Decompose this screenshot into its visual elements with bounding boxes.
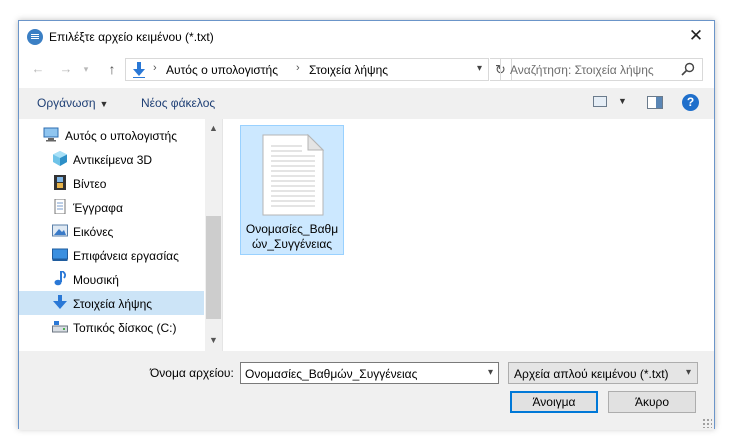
chevron-right-icon: › xyxy=(153,62,157,74)
nav-item-pictures[interactable]: Εικόνες xyxy=(19,219,204,243)
chevron-down-icon: ▾ xyxy=(685,367,691,378)
filename-label: Όνομα αρχείου: xyxy=(150,366,234,380)
nav-item-label: Εικόνες xyxy=(73,225,114,239)
file-name-line-1: Ονομασίες_Βαθμ xyxy=(245,222,339,236)
up-button[interactable]: ↑ xyxy=(103,60,121,78)
organize-label: Οργάνωση xyxy=(37,96,96,110)
close-button[interactable]: ✕ xyxy=(678,21,714,51)
caret-down-icon[interactable]: ▼ xyxy=(618,96,627,106)
cube-icon xyxy=(53,151,67,166)
open-file-dialog: Επιλέξτε αρχείο κειμένου (*.txt) ✕ ← → ▾… xyxy=(18,20,715,430)
file-item[interactable]: Ονομασίες_Βαθμ ών_Συγγένειας xyxy=(240,125,344,255)
nav-item-label: Αντικείμενα 3D xyxy=(73,153,153,167)
forward-button[interactable]: → xyxy=(57,60,75,78)
desktop-icon xyxy=(52,248,68,261)
nav-item-label: Στοιχεία λήψης xyxy=(73,297,153,311)
film-icon xyxy=(54,175,66,190)
file-type-select[interactable]: Αρχεία απλού κειμένου (*.txt) ▾ xyxy=(508,362,698,384)
nav-item-label: Τοπικός δίσκος (C:) xyxy=(73,321,177,335)
address-row: ← → ▾ ↑ › Αυτός ο υπολογιστής › Στοιχεία… xyxy=(19,56,714,84)
breadcrumb-computer[interactable]: Αυτός ο υπολογιστής xyxy=(166,63,278,77)
nav-item-music[interactable]: Μουσική xyxy=(19,267,204,291)
music-icon xyxy=(54,271,67,286)
app-icon xyxy=(27,29,43,45)
nav-item-label: Επιφάνεια εργασίας xyxy=(73,249,179,263)
back-button[interactable]: ← xyxy=(29,60,47,78)
resize-grip[interactable] xyxy=(702,418,712,428)
scrollbar-thumb[interactable] xyxy=(206,216,221,319)
nav-item-documents[interactable]: Έγγραφα xyxy=(19,195,204,219)
recent-locations-button[interactable]: ▾ xyxy=(77,60,95,78)
nav-item-label: Μουσική xyxy=(73,273,119,287)
nav-item-local-disk[interactable]: Τοπικός δίσκος (C:) xyxy=(19,315,204,339)
file-list: Ονομασίες_Βαθμ ών_Συγγένειας xyxy=(223,119,714,351)
pictures-icon xyxy=(52,224,68,237)
filename-value: Ονομασίες_Βαθμών_Συγγένειας xyxy=(245,367,418,381)
view-options-icon[interactable] xyxy=(593,96,607,107)
download-icon xyxy=(133,62,145,78)
nav-item-desktop[interactable]: Επιφάνεια εργασίας xyxy=(19,243,204,267)
file-type-value: Αρχεία απλού κειμένου (*.txt) xyxy=(514,367,669,381)
nav-item-this-pc[interactable]: Αυτός ο υπολογιστής xyxy=(19,123,204,147)
nav-item-downloads[interactable]: Στοιχεία λήψης xyxy=(19,291,204,315)
nav-item-label: Βίντεο xyxy=(73,177,107,191)
breadcrumb-downloads[interactable]: Στοιχεία λήψης xyxy=(309,63,388,77)
search-placeholder: Αναζήτηση: Στοιχεία λήψης xyxy=(510,63,654,77)
nav-item-label: Έγγραφα xyxy=(73,201,123,215)
filename-field[interactable]: Ονομασίες_Βαθμών_Συγγένειας ▾ xyxy=(240,362,499,384)
chevron-down-icon[interactable]: ▾ xyxy=(488,367,493,378)
window-title: Επιλέξτε αρχείο κειμένου (*.txt) xyxy=(49,30,214,44)
cancel-button[interactable]: Άκυρο xyxy=(608,391,696,413)
file-name: Ονομασίες_Βαθμ ών_Συγγένειας xyxy=(241,222,343,252)
chevron-right-icon: › xyxy=(296,62,300,74)
file-name-line-2: ών_Συγγένειας xyxy=(251,237,333,251)
dialog-footer: Όνομα αρχείου: Ονομασίες_Βαθμών_Συγγένει… xyxy=(19,351,714,430)
chevron-down-icon[interactable]: ▾ xyxy=(477,63,482,74)
preview-pane-icon[interactable] xyxy=(647,96,663,109)
document-icon xyxy=(54,199,66,214)
nav-pane-scrollbar[interactable]: ▲ ▼ xyxy=(205,119,222,351)
drive-icon xyxy=(52,321,68,333)
command-bar: Οργάνωση ▼ Νέος φάκελος ▼ ? xyxy=(19,88,714,119)
nav-item-3d-objects[interactable]: Αντικείμενα 3D xyxy=(19,147,204,171)
scroll-down-icon[interactable]: ▼ xyxy=(209,335,218,345)
scroll-up-icon[interactable]: ▲ xyxy=(209,123,218,133)
computer-icon xyxy=(43,127,59,142)
title-bar: Επιλέξτε αρχείο κειμένου (*.txt) ✕ xyxy=(19,21,714,52)
nav-item-label: Αυτός ο υπολογιστής xyxy=(65,129,177,143)
organize-button[interactable]: Οργάνωση ▼ xyxy=(37,96,108,110)
help-icon[interactable]: ? xyxy=(682,94,699,111)
search-icon xyxy=(681,62,695,76)
download-icon xyxy=(53,295,67,309)
address-bar[interactable]: › Αυτός ο υπολογιστής › Στοιχεία λήψης ▾ xyxy=(125,58,489,81)
open-button[interactable]: Άνοιγμα xyxy=(510,391,598,413)
nav-item-videos[interactable]: Βίντεο xyxy=(19,171,204,195)
search-input[interactable]: Αναζήτηση: Στοιχεία λήψης xyxy=(500,58,703,81)
text-file-icon xyxy=(262,134,324,216)
navigation-pane: Αυτός ο υπολογιστής Αντικείμενα 3D Βίντε… xyxy=(19,119,222,351)
caret-down-icon: ▼ xyxy=(99,99,109,109)
new-folder-button[interactable]: Νέος φάκελος xyxy=(141,96,215,110)
